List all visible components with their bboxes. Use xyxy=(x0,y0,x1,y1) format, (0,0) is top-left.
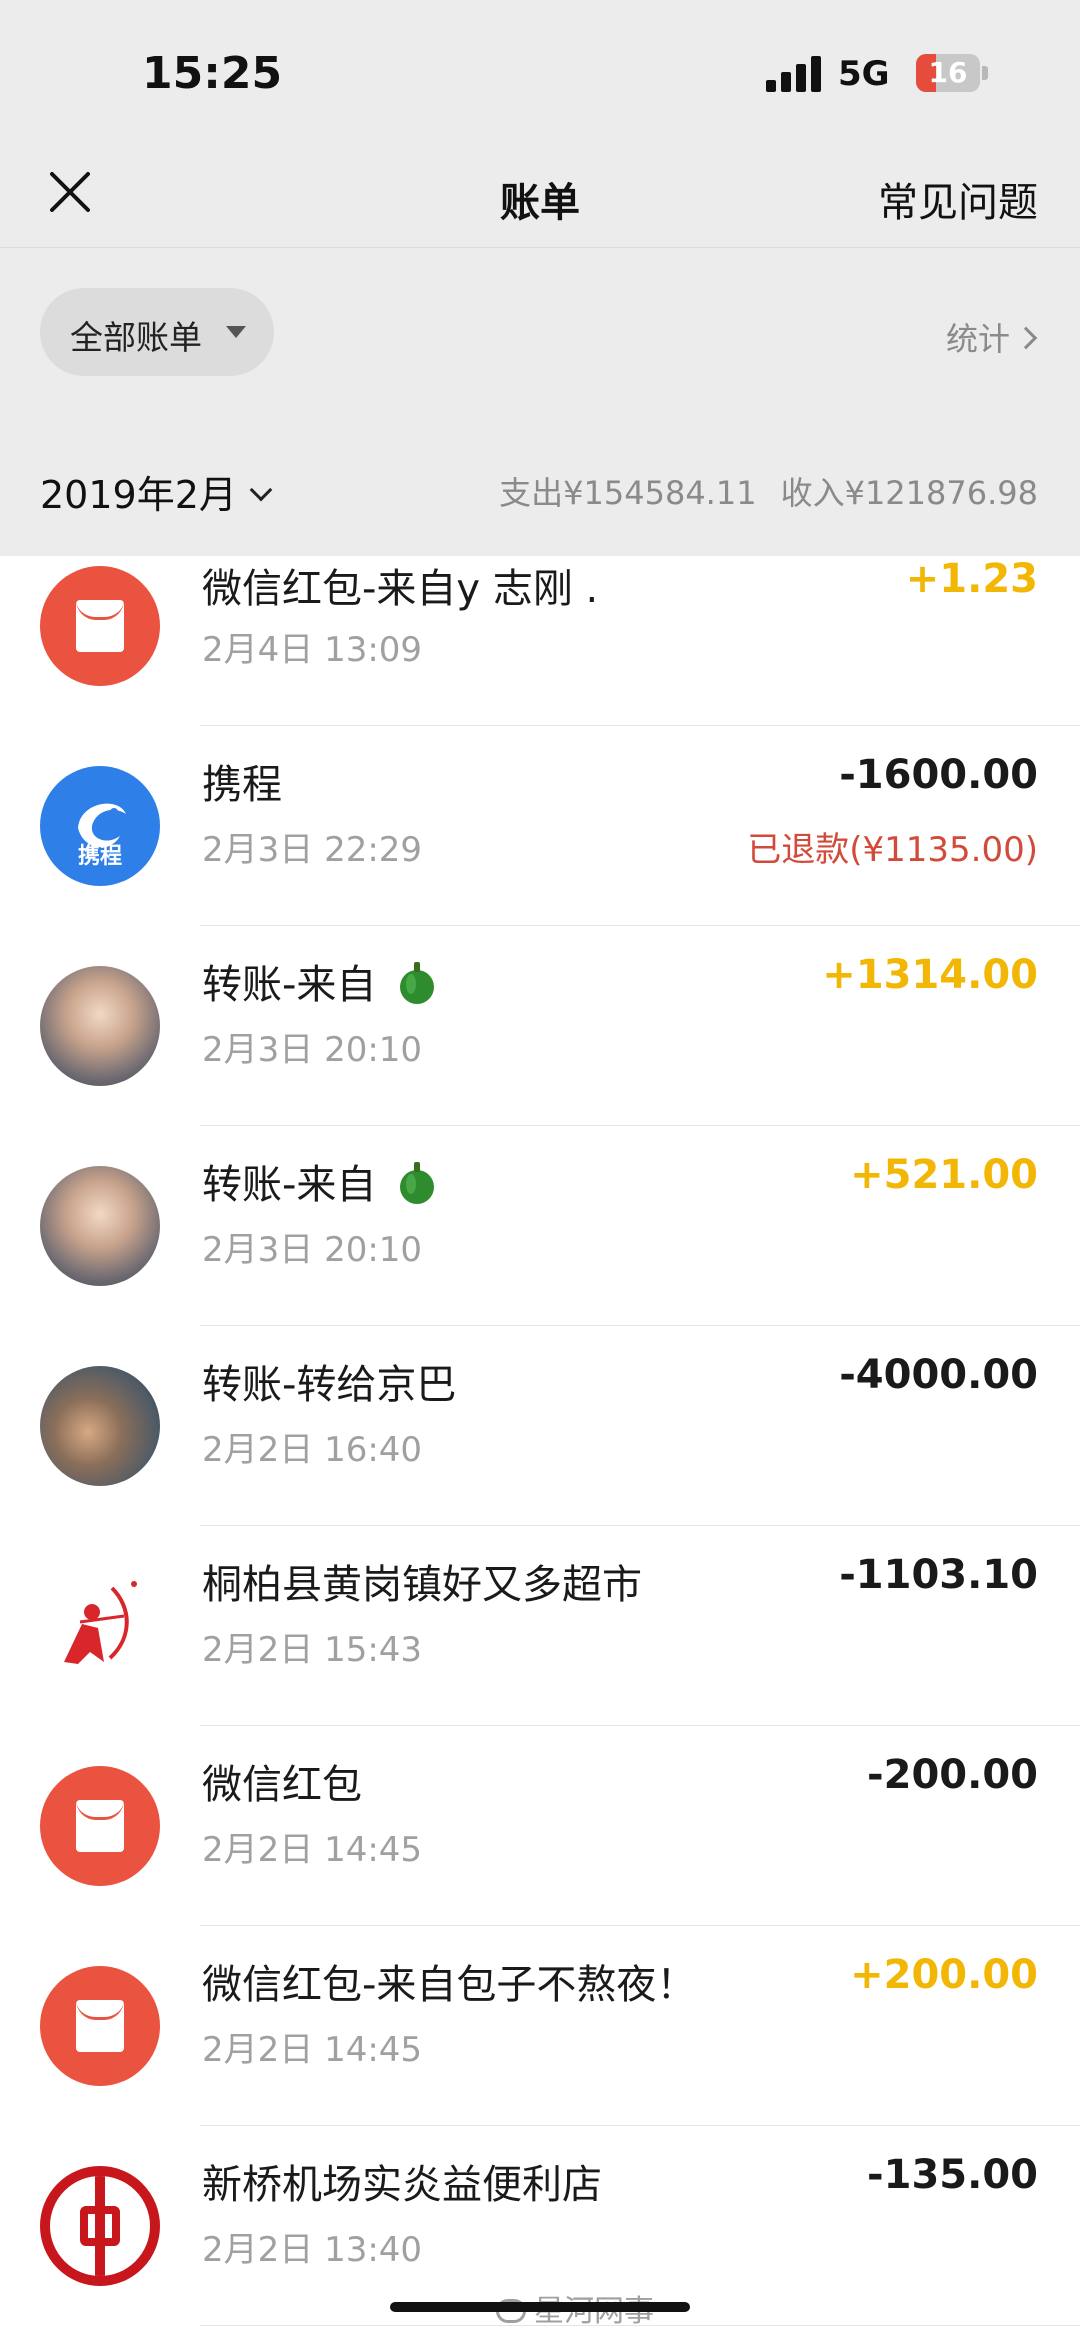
transaction-row[interactable]: 携程 携程 2月3日 22:29 -1600.00 已退款(¥1135.00) xyxy=(0,726,1080,926)
ctrip-logo-icon: 携程 xyxy=(40,766,160,886)
avatar xyxy=(40,1166,160,1286)
page-title: 账单 xyxy=(500,180,580,226)
battery-tip xyxy=(982,66,988,80)
status-time: 15:25 xyxy=(142,48,283,99)
chevron-right-icon xyxy=(1014,326,1038,350)
transaction-row[interactable]: 微信红包-来自y 志刚 . 2月4日 13:09 +1.23 xyxy=(0,556,1080,726)
transaction-title: 转账-来自 xyxy=(202,962,377,1008)
transaction-title: 新桥机场实炎益便利店 xyxy=(202,2162,602,2208)
transaction-title: 桐柏县黄岗镇好又多超市 xyxy=(202,1562,642,1608)
status-bar: 15:25 5G 16 xyxy=(0,0,1080,140)
transaction-row[interactable]: 转账-来自 2月3日 20:10 +521.00 xyxy=(0,1126,1080,1326)
expense-total: 支出¥154584.11 xyxy=(499,474,757,512)
bill-filter-dropdown[interactable]: 全部账单 xyxy=(40,288,274,376)
month-header: 2019年2月 支出¥154584.11 收入¥121876.98 xyxy=(0,420,1080,556)
stats-label: 统计 xyxy=(945,320,1010,358)
transaction-title: 转账-转给京巴 xyxy=(202,1362,457,1408)
stats-link[interactable]: 统计 xyxy=(945,314,1038,360)
faq-link[interactable]: 常见问题 xyxy=(878,170,1038,228)
transaction-title: 微信红包-来自包子不熬夜！ xyxy=(202,1962,697,2008)
month-selector[interactable]: 2019年2月 xyxy=(40,464,273,519)
transaction-row[interactable]: 微信红包 2月2日 14:45 -200.00 xyxy=(0,1726,1080,1926)
transaction-time: 2月4日 13:09 xyxy=(202,630,423,670)
archer-logo-icon xyxy=(40,1566,160,1686)
transaction-row[interactable]: 转账-来自 2月3日 20:10 +1314.00 xyxy=(0,926,1080,1126)
transaction-row[interactable]: 微信红包-来自包子不熬夜！ 2月2日 14:45 +200.00 xyxy=(0,1926,1080,2126)
transaction-time: 2月2日 14:45 xyxy=(202,1830,423,1870)
red-packet-icon xyxy=(40,1766,160,1886)
transaction-amount: +200.00 xyxy=(850,1952,1038,1998)
transaction-time: 2月2日 14:45 xyxy=(202,2030,423,2070)
income-total: 收入¥121876.98 xyxy=(780,474,1038,512)
transaction-row[interactable]: 桐柏县黄岗镇好又多超市 2月2日 15:43 -1103.10 xyxy=(0,1526,1080,1726)
transaction-time: 2月2日 13:40 xyxy=(202,2230,423,2270)
month-label: 2019年2月 xyxy=(40,473,237,517)
transaction-title-wrap: 转账-来自 xyxy=(202,1152,439,1210)
nav-bar: 账单 常见问题 xyxy=(0,140,1080,248)
transaction-amount: -1103.10 xyxy=(839,1552,1038,1598)
transaction-time: 2月2日 15:43 xyxy=(202,1630,423,1670)
refund-note: 已退款(¥1135.00) xyxy=(747,830,1038,870)
red-packet-icon xyxy=(40,1966,160,2086)
transaction-time: 2月3日 20:10 xyxy=(202,1030,423,1070)
transaction-amount: -1600.00 xyxy=(839,752,1038,798)
caret-down-icon xyxy=(226,326,246,338)
transaction-time: 2月2日 16:40 xyxy=(202,1430,423,1470)
transaction-title: 携程 xyxy=(202,762,282,808)
transaction-amount: -200.00 xyxy=(867,1752,1038,1798)
red-packet-icon xyxy=(40,566,160,686)
transaction-amount: +1.23 xyxy=(905,556,1038,602)
battery-level: 16 xyxy=(928,56,968,89)
green-pepper-icon xyxy=(400,962,435,1004)
transaction-time: 2月3日 22:29 xyxy=(202,830,423,870)
transaction-list: 微信红包-来自y 志刚 . 2月4日 13:09 +1.23 携程 携程 2月3… xyxy=(0,556,1080,2326)
transaction-title: 微信红包 xyxy=(202,1762,362,1808)
chevron-down-icon xyxy=(249,478,273,502)
ctrip-logo-text: 携程 xyxy=(77,844,122,869)
transaction-row[interactable]: 转账-转给京巴 2月2日 16:40 -4000.00 xyxy=(0,1326,1080,1526)
transaction-amount: +1314.00 xyxy=(822,952,1038,998)
transaction-amount: +521.00 xyxy=(850,1152,1038,1198)
month-summary: 支出¥154584.11 收入¥121876.98 xyxy=(499,468,1038,514)
home-indicator[interactable] xyxy=(390,2302,690,2312)
green-pepper-icon xyxy=(400,1162,435,1204)
battery-icon: 16 xyxy=(916,54,980,92)
close-button[interactable] xyxy=(36,162,108,226)
filter-label: 全部账单 xyxy=(70,318,202,357)
signal-icon xyxy=(766,56,822,92)
bill-page: 15:25 5G 16 账单 常见问题 全部账单 统计 2019年2月 支出¥1… xyxy=(0,0,1080,2340)
bank-of-china-logo-icon xyxy=(40,2166,160,2286)
avatar xyxy=(40,966,160,1086)
network-type: 5G xyxy=(838,54,890,94)
transaction-amount: -4000.00 xyxy=(839,1352,1038,1398)
transaction-title: 转账-来自 xyxy=(202,1162,377,1208)
filter-bar: 全部账单 统计 xyxy=(0,248,1080,420)
transaction-title-wrap: 转账-来自 xyxy=(202,952,439,1010)
transaction-time: 2月3日 20:10 xyxy=(202,1230,423,1270)
transaction-amount: -135.00 xyxy=(867,2152,1038,2198)
avatar xyxy=(40,1366,160,1486)
close-icon xyxy=(50,172,90,212)
transaction-title: 微信红包-来自y 志刚 . xyxy=(202,566,599,612)
